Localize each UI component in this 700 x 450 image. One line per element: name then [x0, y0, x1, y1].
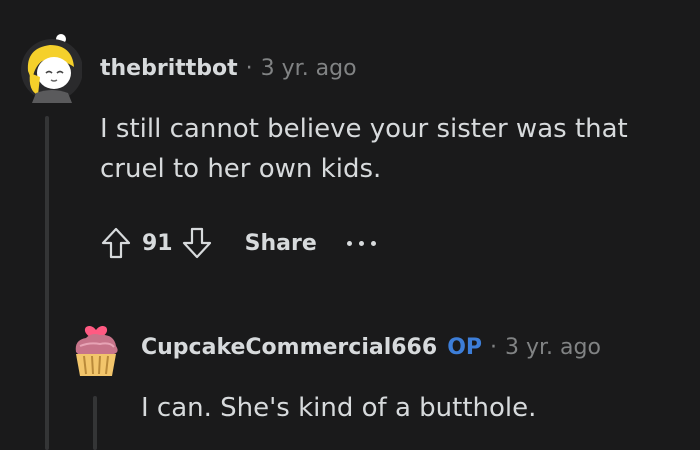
thread-line[interactable] — [45, 116, 49, 450]
comment-actions: 91 Share — [96, 223, 376, 263]
arrow-down-icon — [182, 227, 211, 259]
ellipsis-icon — [346, 240, 352, 246]
thread-line[interactable] — [93, 396, 97, 450]
reply-timestamp[interactable]: 3 yr. ago — [505, 335, 601, 360]
more-options-button[interactable] — [346, 240, 376, 246]
share-button[interactable]: Share — [245, 231, 317, 256]
avatar[interactable] — [70, 316, 122, 378]
reply-meta: CupcakeCommercial666 OP · 3 yr. ago — [141, 335, 601, 360]
avatar[interactable] — [20, 33, 83, 103]
op-badge: OP — [447, 335, 483, 360]
reply-author[interactable]: CupcakeCommercial666 — [141, 335, 437, 360]
arrow-up-icon — [101, 227, 131, 259]
meta-separator: · — [245, 56, 253, 81]
comment-timestamp[interactable]: 3 yr. ago — [261, 56, 357, 81]
ellipsis-icon — [370, 240, 376, 246]
ellipsis-icon — [358, 240, 364, 246]
meta-separator: · — [490, 335, 498, 360]
comment-meta: thebrittbot · 3 yr. ago — [100, 56, 357, 81]
comment-body: I still cannot believe your sister was t… — [100, 114, 628, 184]
vote-score: 91 — [142, 230, 173, 256]
comment-author[interactable]: thebrittbot — [100, 56, 238, 81]
cupcake-avatar-icon — [75, 325, 118, 376]
user-avatar-icon — [21, 34, 83, 103]
upvote-button[interactable] — [96, 223, 136, 263]
downvote-button[interactable] — [177, 223, 217, 263]
reply-body: I can. She's kind of a butthole. — [141, 393, 537, 423]
